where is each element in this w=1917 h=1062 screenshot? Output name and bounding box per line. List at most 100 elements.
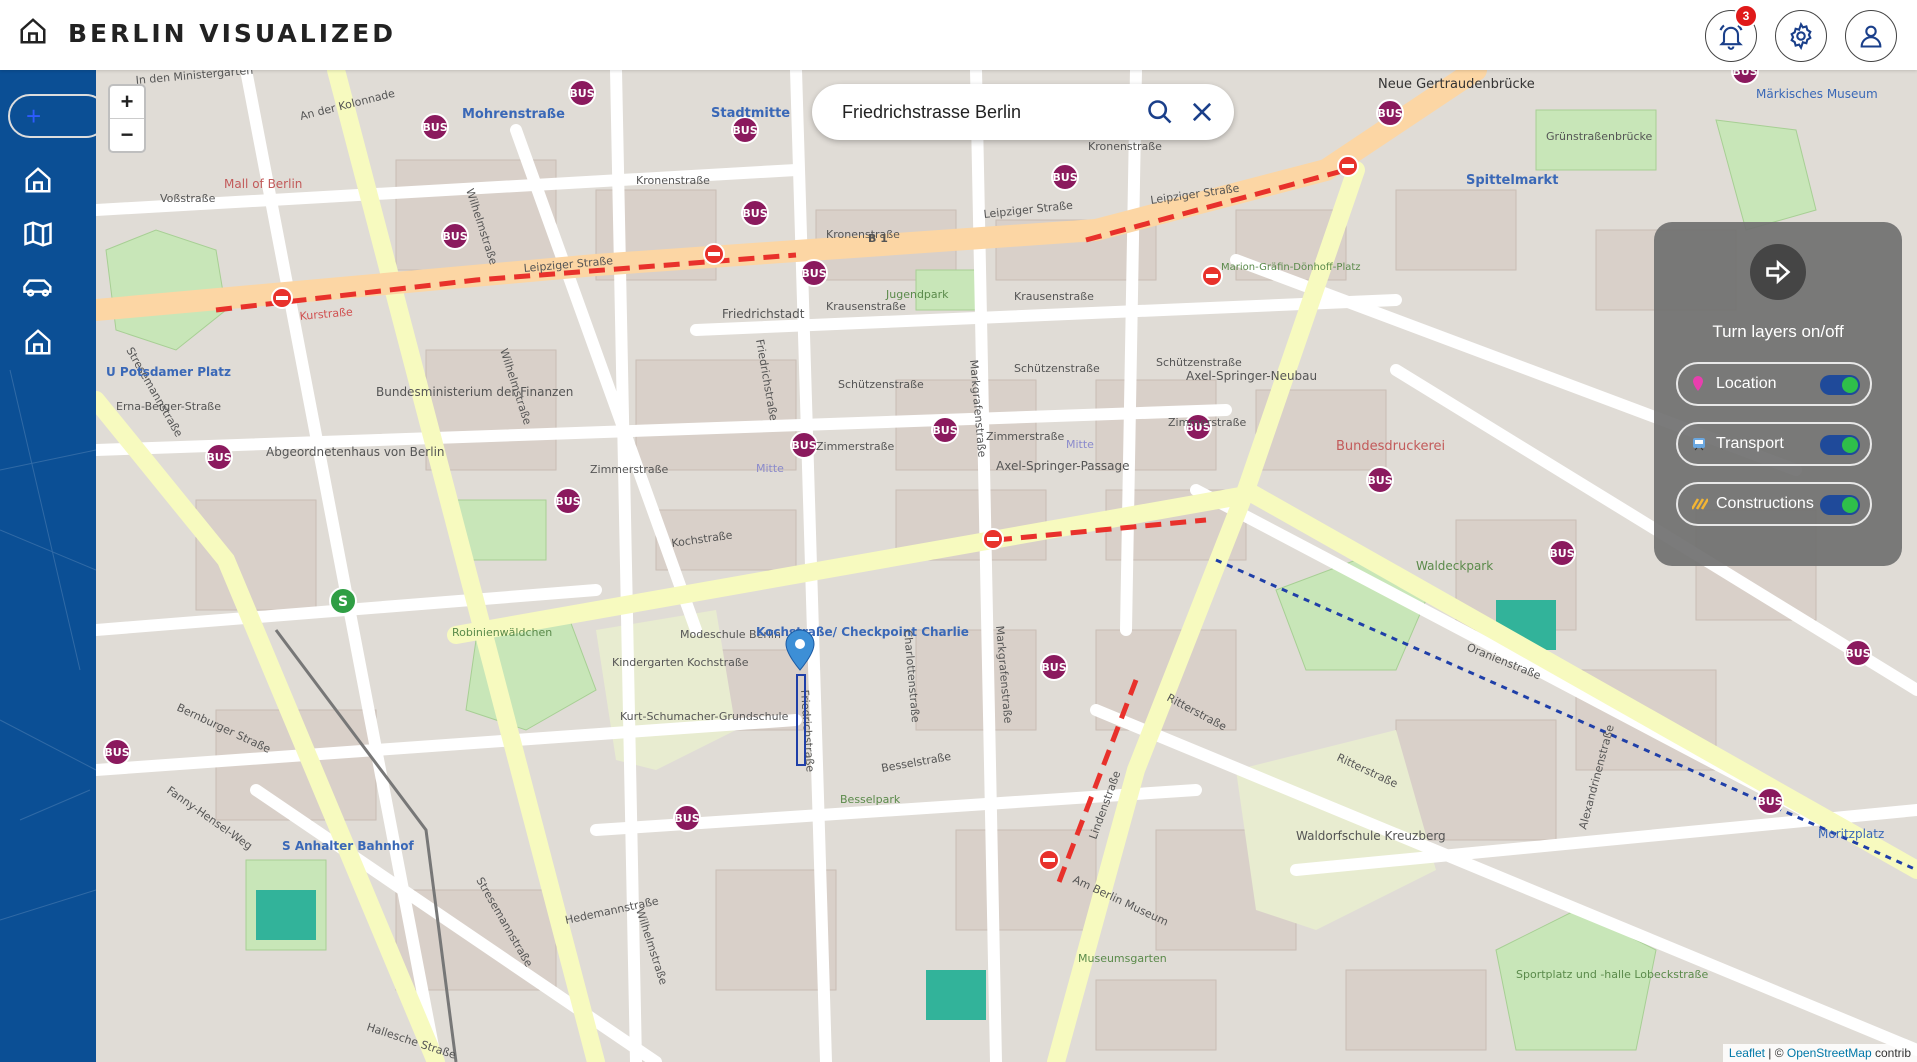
svg-text:Sportplatz und -halle Lobeckst: Sportplatz und -halle Lobeckstraße <box>1516 968 1708 981</box>
layers-panel: Turn layers on/off Location Transport Co… <box>1654 222 1902 566</box>
svg-text:BUS: BUS <box>674 812 699 825</box>
svg-text:Kronenstraße: Kronenstraße <box>826 228 900 241</box>
search-input[interactable] <box>840 100 1144 124</box>
svg-text:Zimmerstraße: Zimmerstraße <box>1168 416 1247 429</box>
svg-text:BUS: BUS <box>1757 795 1782 808</box>
svg-text:Axel-Springer-Neubau: Axel-Springer-Neubau <box>1186 369 1317 383</box>
svg-text:Neue Gertraudenbrücke: Neue Gertraudenbrücke <box>1378 77 1535 92</box>
svg-text:S: S <box>338 594 348 610</box>
brand: BERLIN VISUALIZED <box>18 16 396 51</box>
location-pin-icon <box>1692 376 1708 392</box>
svg-text:Waldorfschule Kreuzberg: Waldorfschule Kreuzberg <box>1296 829 1446 843</box>
svg-text:Axel-Springer-Passage: Axel-Springer-Passage <box>996 459 1130 473</box>
svg-text:Zimmerstraße: Zimmerstraße <box>590 463 669 476</box>
map-tiles[interactable]: BUS BUS BUS BUS BUS BUS BUS BUS BUS BUS … <box>96 70 1917 1062</box>
svg-text:Bundesministerium der Finanzen: Bundesministerium der Finanzen <box>376 385 573 399</box>
svg-text:BUS: BUS <box>1377 107 1402 120</box>
svg-text:Kronenstraße: Kronenstraße <box>636 174 710 187</box>
svg-text:Kurt-Schumacher-Grundschule: Kurt-Schumacher-Grundschule <box>620 710 789 723</box>
sidebar: + <box>0 70 96 1062</box>
toggle-switch[interactable] <box>1820 435 1860 455</box>
svg-text:Zimmerstraße: Zimmerstraße <box>816 440 895 453</box>
svg-text:Grünstraßenbrücke: Grünstraßenbrücke <box>1546 130 1652 143</box>
zoom-in-button[interactable]: + <box>110 86 144 119</box>
map-view[interactable]: BUS BUS BUS BUS BUS BUS BUS BUS BUS BUS … <box>96 70 1917 1062</box>
svg-text:BUS: BUS <box>1549 547 1574 560</box>
layer-label: Location <box>1716 375 1777 392</box>
svg-text:BUS: BUS <box>555 495 580 508</box>
svg-text:Schützenstraße: Schützenstraße <box>1156 356 1242 369</box>
toggle-switch[interactable] <box>1820 495 1860 515</box>
car-icon <box>23 279 52 297</box>
layer-toggle-location[interactable]: Location <box>1676 362 1872 406</box>
toggle-switch[interactable] <box>1820 375 1860 395</box>
notifications-button[interactable]: 3 <box>1705 4 1758 62</box>
svg-text:Kronenstraße: Kronenstraße <box>1088 140 1162 153</box>
svg-text:BUS: BUS <box>442 230 467 243</box>
layers-panel-title: Turn layers on/off <box>1712 322 1844 341</box>
svg-text:Jugendpark: Jugendpark <box>885 288 949 301</box>
svg-text:Marion-Gräfin-Dönhoff-Platz: Marion-Gräfin-Dönhoff-Platz <box>1221 262 1361 273</box>
zoom-control: + − <box>108 84 146 153</box>
user-icon <box>1860 25 1882 48</box>
layer-toggle-transport[interactable]: Transport <box>1676 422 1872 466</box>
svg-text:Krausenstraße: Krausenstraße <box>826 300 906 313</box>
sidebar-item-car[interactable] <box>18 268 58 308</box>
svg-text:BUS: BUS <box>1845 647 1870 660</box>
svg-text:Besselpark: Besselpark <box>840 793 901 806</box>
sidebar-item-map[interactable] <box>18 214 58 254</box>
layer-toggle-constructions[interactable]: Constructions <box>1676 482 1872 526</box>
svg-text:Museumsgarten: Museumsgarten <box>1078 952 1167 965</box>
svg-text:Mitte: Mitte <box>1066 438 1094 451</box>
svg-text:Stadtmitte: Stadtmitte <box>711 106 790 121</box>
map-search-bar <box>812 84 1234 140</box>
svg-text:Märkisches Museum: Märkisches Museum <box>1756 87 1878 101</box>
leaflet-link[interactable]: Leaflet <box>1729 1046 1765 1060</box>
close-icon[interactable] <box>1188 98 1216 126</box>
svg-text:B 1: B 1 <box>868 232 888 245</box>
svg-text:BUS: BUS <box>742 207 767 220</box>
svg-text:Zimmerstraße: Zimmerstraße <box>986 430 1065 443</box>
add-button[interactable]: + <box>8 94 96 138</box>
sidebar-item-home-2[interactable] <box>18 322 58 362</box>
svg-text:Abgeordnetenhaus von Berlin: Abgeordnetenhaus von Berlin <box>266 445 445 459</box>
svg-text:Mitte: Mitte <box>756 462 784 475</box>
svg-text:Schützenstraße: Schützenstraße <box>838 378 924 391</box>
notification-badge: 3 <box>1734 4 1758 28</box>
profile-button[interactable] <box>1845 10 1897 62</box>
svg-text:BUS: BUS <box>732 124 757 137</box>
map-icon <box>24 221 52 247</box>
gear-icon <box>1790 22 1812 50</box>
svg-text:BUS: BUS <box>422 121 447 134</box>
top-bar: BERLIN VISUALIZED 3 <box>0 0 1917 70</box>
search-icon[interactable] <box>1146 98 1174 126</box>
svg-text:Mall of Berlin: Mall of Berlin <box>224 177 302 191</box>
svg-text:Erna-Berger-Straße: Erna-Berger-Straße <box>116 400 221 413</box>
osm-link[interactable]: OpenStreetMap <box>1787 1046 1872 1060</box>
home-icon[interactable] <box>18 16 48 51</box>
sidebar-item-home[interactable] <box>18 160 58 200</box>
home-icon <box>25 329 51 355</box>
layer-label: Transport <box>1716 435 1784 452</box>
svg-text:BUS: BUS <box>206 451 231 464</box>
svg-text:Waldeckpark: Waldeckpark <box>1416 559 1493 573</box>
svg-text:Spittelmarkt: Spittelmarkt <box>1466 173 1558 188</box>
svg-text:BUS: BUS <box>1367 474 1392 487</box>
svg-text:BUS: BUS <box>791 439 816 452</box>
svg-text:Robinienwäldchen: Robinienwäldchen <box>452 626 552 639</box>
layers-toggle-button[interactable] <box>1750 244 1806 300</box>
svg-text:BUS: BUS <box>1732 70 1757 78</box>
svg-text:BUS: BUS <box>1041 661 1066 674</box>
app-title: BERLIN VISUALIZED <box>68 19 396 48</box>
svg-text:Kindergarten Kochstraße: Kindergarten Kochstraße <box>612 656 749 669</box>
zoom-out-button[interactable]: − <box>110 119 144 151</box>
map-attribution: Leaflet | © OpenStreetMap contrib <box>1722 1044 1917 1062</box>
construction-icon <box>1692 497 1708 511</box>
svg-text:Schützenstraße: Schützenstraße <box>1014 362 1100 375</box>
settings-button[interactable] <box>1775 10 1827 62</box>
svg-text:Voßstraße: Voßstraße <box>160 192 216 205</box>
svg-text:Friedrichstadt: Friedrichstadt <box>722 307 805 321</box>
layer-label: Constructions <box>1716 495 1814 512</box>
svg-text:S Anhalter Bahnhof: S Anhalter Bahnhof <box>282 839 414 853</box>
svg-text:Mohrenstraße: Mohrenstraße <box>462 107 565 122</box>
